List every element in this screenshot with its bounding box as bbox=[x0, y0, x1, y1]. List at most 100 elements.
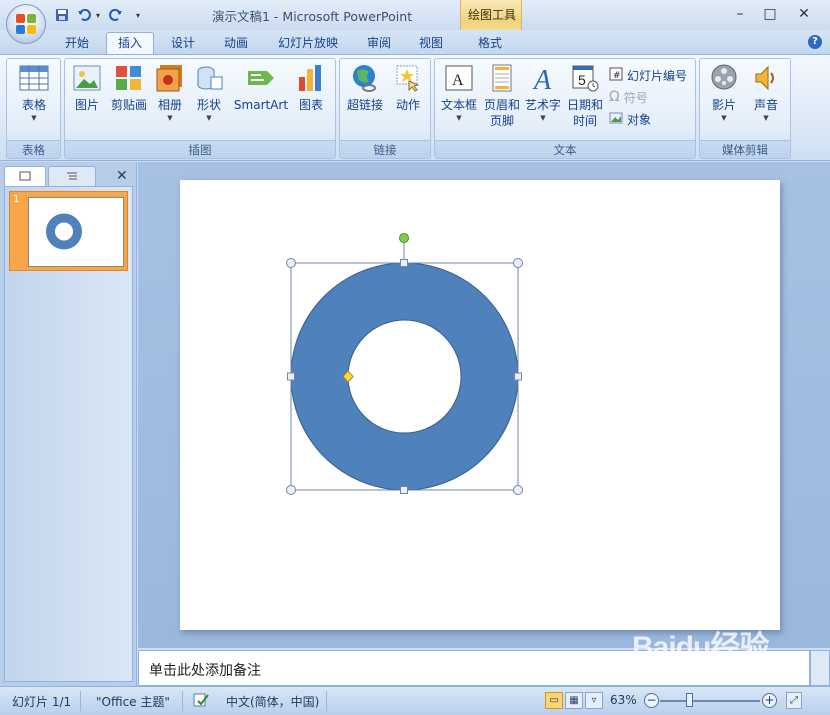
action-label: 动作 bbox=[395, 98, 420, 112]
resize-handle-e bbox=[514, 372, 522, 381]
undo-dropdown-icon[interactable]: ▾ bbox=[96, 11, 104, 20]
slide-sorter-view-button[interactable]: ▦ bbox=[565, 692, 583, 709]
maximize-button[interactable]: □ bbox=[756, 4, 784, 24]
tab-outline[interactable] bbox=[48, 166, 96, 186]
slide-thumbnail-item[interactable]: 1 bbox=[9, 191, 128, 271]
textbox-label: 文本框 bbox=[440, 98, 477, 112]
omega-icon: Ω bbox=[609, 89, 620, 105]
zoom-slider-track[interactable] bbox=[660, 700, 760, 702]
table-button[interactable]: 表格 ▼ bbox=[11, 63, 57, 123]
hyperlink-label: 超链接 bbox=[346, 98, 383, 112]
action-button[interactable]: 动作 bbox=[390, 63, 426, 113]
customize-qat-icon[interactable]: ▾ bbox=[136, 11, 144, 20]
object-label: 对象 bbox=[627, 112, 652, 127]
header-footer-icon bbox=[486, 63, 518, 93]
drawing-tools-title: 绘图工具 bbox=[467, 8, 516, 22]
smartart-button[interactable]: SmartArt bbox=[233, 63, 289, 113]
spell-check-icon[interactable] bbox=[192, 692, 210, 711]
group-text: A 文本框 ▼ 页眉和 页脚 A 艺术字 ▼ 5 日期和 时间 # 幻灯片编号 … bbox=[434, 58, 696, 159]
baidu-watermark: Baidu经验 bbox=[632, 631, 769, 664]
header-footer-button[interactable]: 页眉和 页脚 bbox=[481, 63, 523, 129]
slide-number-button[interactable]: # 幻灯片编号 bbox=[609, 65, 687, 85]
pane-tabs: ✕ bbox=[4, 166, 134, 186]
movie-button[interactable]: 影片 ▼ bbox=[704, 63, 744, 123]
tab-design[interactable]: 设计 bbox=[162, 33, 204, 54]
symbol-button[interactable]: Ω 符号 bbox=[609, 87, 648, 107]
undo-icon[interactable] bbox=[74, 5, 94, 25]
sound-label: 声音 bbox=[753, 98, 778, 112]
tab-review[interactable]: 审阅 bbox=[358, 33, 400, 54]
shapes-button[interactable]: 形状 ▼ bbox=[191, 63, 227, 123]
chart-button[interactable]: 图表 bbox=[293, 63, 329, 113]
resize-handle-w bbox=[287, 372, 295, 381]
normal-view-button[interactable]: ▭ bbox=[545, 692, 563, 709]
status-separator bbox=[182, 691, 183, 711]
date-time-button[interactable]: 5 日期和 时间 bbox=[565, 63, 605, 129]
quick-access-toolbar: ▾ ▾ bbox=[52, 4, 144, 26]
picture-icon bbox=[71, 63, 103, 93]
wordart-button[interactable]: A 艺术字 ▼ bbox=[523, 63, 563, 123]
slide-thumbnail-number: 1 bbox=[13, 194, 20, 205]
zoom-level[interactable]: 63% bbox=[610, 693, 637, 707]
clipart-button[interactable]: 剪贴画 bbox=[107, 63, 151, 113]
textbox-icon: A bbox=[443, 63, 475, 93]
thumbnail-donut bbox=[46, 213, 82, 250]
wordart-icon: A bbox=[527, 63, 559, 96]
group-label-text: 文本 bbox=[435, 140, 695, 158]
tab-animations[interactable]: 动画 bbox=[215, 33, 257, 54]
tab-view[interactable]: 视图 bbox=[410, 33, 452, 54]
tab-home[interactable]: 开始 bbox=[56, 33, 98, 54]
fit-to-window-button[interactable]: ⤢ bbox=[786, 692, 802, 709]
group-tables: 表格 ▼ 表格 bbox=[6, 58, 61, 159]
slide-thumbnail[interactable] bbox=[28, 197, 124, 267]
save-icon[interactable] bbox=[52, 5, 72, 25]
wordart-label: 艺术字 bbox=[524, 98, 561, 112]
chevron-down-icon: ▼ bbox=[167, 114, 173, 122]
hyperlink-button[interactable]: 超链接 bbox=[343, 63, 387, 113]
slideshow-view-button[interactable]: ▿ bbox=[585, 692, 603, 709]
globe-icon bbox=[349, 63, 381, 93]
slide-number-icon: # bbox=[609, 67, 623, 84]
slide-number-label: 幻灯片编号 bbox=[627, 68, 688, 83]
zoom-slider-thumb[interactable] bbox=[686, 693, 693, 707]
group-label-media: 媒体剪辑 bbox=[700, 140, 790, 158]
zoom-out-button[interactable]: − bbox=[644, 693, 659, 708]
date-time-label-2: 时间 bbox=[572, 114, 597, 128]
group-illustrations: 图片 剪贴画 相册 ▼ 形状 ▼ SmartArt 图表 插图 bbox=[64, 58, 336, 159]
zoom-in-button[interactable]: + bbox=[762, 693, 777, 708]
speaker-icon bbox=[750, 63, 782, 93]
chart-icon bbox=[295, 63, 327, 93]
tab-slides-thumbnails[interactable] bbox=[4, 166, 46, 186]
tab-insert[interactable]: 插入 bbox=[106, 32, 154, 55]
sound-button[interactable]: 声音 ▼ bbox=[746, 63, 786, 123]
baidu-watermark-url: jingyan.baidu.com bbox=[650, 672, 739, 684]
picture-button[interactable]: 图片 bbox=[69, 63, 105, 113]
svg-text:A: A bbox=[452, 72, 464, 89]
chevron-down-icon: ▼ bbox=[31, 114, 37, 122]
minimize-button[interactable]: – bbox=[726, 4, 754, 24]
office-button[interactable] bbox=[6, 4, 46, 44]
redo-icon[interactable] bbox=[106, 5, 126, 25]
svg-text:A: A bbox=[532, 65, 552, 93]
help-icon[interactable]: ? bbox=[808, 35, 822, 49]
ribbon-tabs: 开始 插入 设计 动画 幻灯片放映 审阅 视图 格式 bbox=[0, 30, 830, 55]
object-icon bbox=[609, 111, 623, 128]
slide-canvas[interactable] bbox=[180, 180, 780, 630]
rotation-handle bbox=[399, 233, 409, 243]
notes-scrollbar[interactable] bbox=[810, 650, 830, 686]
movie-label: 影片 bbox=[711, 98, 736, 112]
theme-name: "Office 主题" bbox=[96, 695, 170, 709]
header-footer-label-2: 页脚 bbox=[489, 114, 514, 128]
status-separator bbox=[80, 691, 81, 711]
photo-album-button[interactable]: 相册 ▼ bbox=[153, 63, 187, 123]
close-button[interactable]: ✕ bbox=[790, 4, 818, 24]
title-bar: ▾ ▾ 演示文稿1 - Microsoft PowerPoint – □ ✕ bbox=[0, 0, 830, 30]
object-button[interactable]: 对象 bbox=[609, 109, 651, 129]
language-indicator[interactable]: 中文(简体，中国) bbox=[226, 693, 319, 710]
tab-slideshow[interactable]: 幻灯片放映 bbox=[268, 33, 348, 54]
close-icon[interactable]: ✕ bbox=[116, 168, 128, 184]
chevron-down-icon: ▼ bbox=[456, 114, 462, 122]
textbox-button[interactable]: A 文本框 ▼ bbox=[438, 63, 480, 123]
tab-format[interactable]: 格式 bbox=[468, 33, 512, 54]
svg-text:5: 5 bbox=[578, 72, 586, 88]
